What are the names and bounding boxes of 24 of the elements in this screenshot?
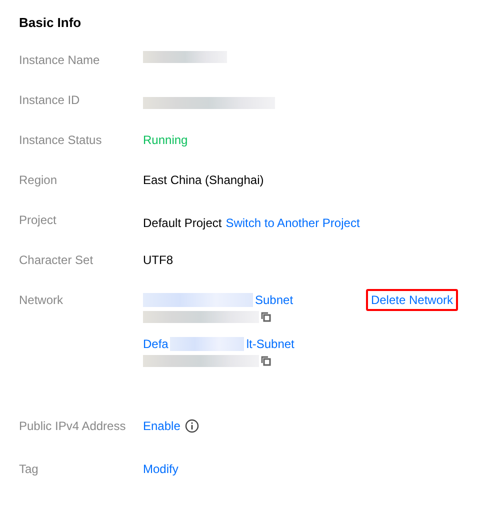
copy-icon[interactable] bbox=[261, 356, 271, 366]
field-label: Tag bbox=[19, 462, 40, 476]
subnet-link[interactable]: Subnet bbox=[255, 293, 294, 307]
field-label: Public IPv4 Address bbox=[19, 419, 127, 433]
delete-network-link[interactable]: Delete Network bbox=[366, 289, 458, 311]
switch-project-link[interactable]: Switch to Another Project bbox=[226, 216, 360, 230]
field-label: Character Set bbox=[19, 253, 94, 267]
section-title: Basic Info bbox=[19, 15, 82, 30]
network-link[interactable]: Defa bbox=[143, 337, 168, 351]
copy-icon[interactable] bbox=[261, 312, 271, 322]
field-label: Instance Status bbox=[19, 133, 103, 147]
status-text: Running bbox=[143, 133, 189, 147]
field-value: UTF8 bbox=[143, 253, 174, 267]
enable-link[interactable]: Enable bbox=[143, 419, 180, 433]
field-label: Project bbox=[19, 213, 58, 227]
field-label: Instance ID bbox=[19, 93, 81, 107]
info-icon[interactable] bbox=[185, 419, 200, 433]
field-label: Instance Name bbox=[19, 53, 101, 67]
field-value: Default Project bbox=[143, 216, 222, 230]
field-value: East China (Shanghai) bbox=[143, 173, 265, 187]
modify-link[interactable]: Modify bbox=[143, 462, 458, 476]
subnet-link[interactable]: lt-Subnet bbox=[246, 337, 294, 351]
field-label: Region bbox=[19, 173, 58, 187]
field-label: Network bbox=[19, 293, 64, 307]
